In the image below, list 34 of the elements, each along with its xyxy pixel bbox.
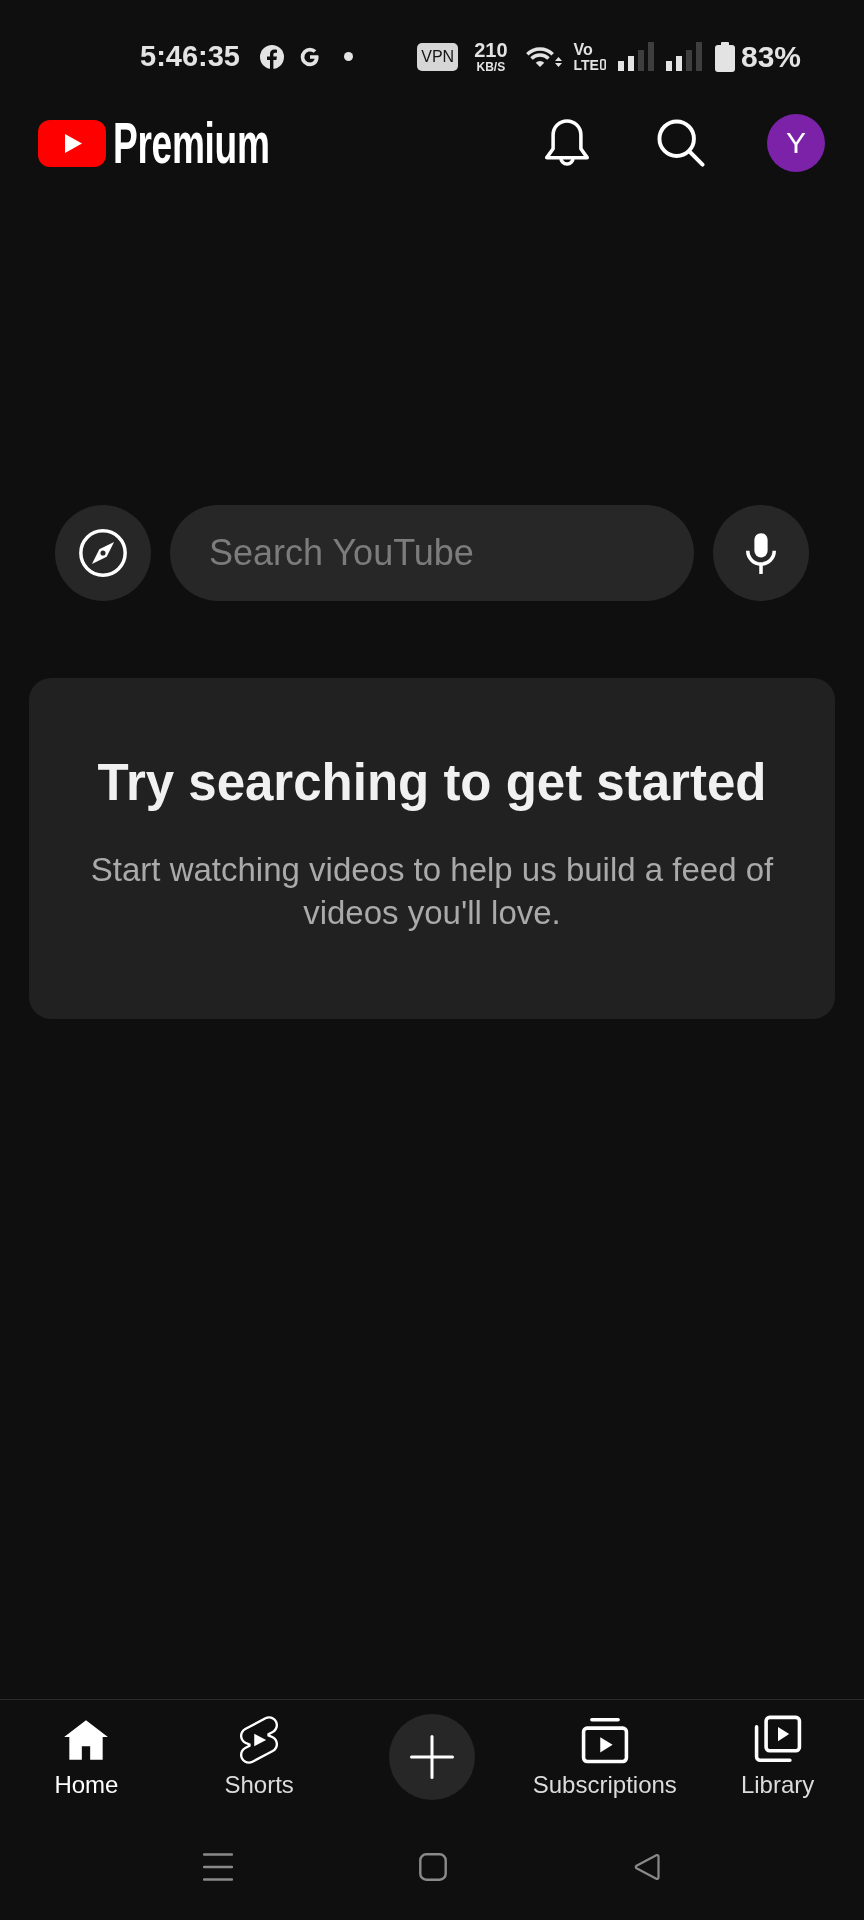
vpn-badge: VPN	[417, 42, 459, 71]
logo-icon[interactable]	[38, 119, 106, 167]
nav-tab[interactable]: Shorts	[172, 1715, 346, 1799]
empty-state-message: Start watching videos to help us build a feed of videos you'll love.	[89, 850, 775, 933]
network-speed-unit: KB/S	[476, 61, 506, 73]
nav-tab[interactable]: Subscriptions	[518, 1715, 692, 1799]
wifi-icon	[523, 44, 564, 69]
notification-dot-icon	[343, 52, 353, 61]
signal-strength-icon	[665, 42, 702, 71]
back-icon[interactable]	[633, 1853, 661, 1881]
notifications-bell-icon[interactable]	[545, 119, 589, 167]
brand-name: Premium	[113, 114, 270, 172]
square-icon[interactable]	[419, 1853, 447, 1881]
vo-label: Vo	[573, 41, 593, 58]
nav-tab[interactable]: Library	[691, 1715, 864, 1799]
network-speed-value: 210	[474, 40, 508, 60]
nav-tab[interactable]: Home	[0, 1715, 173, 1799]
menu-icon[interactable]	[203, 1853, 233, 1881]
search-icon[interactable]	[657, 119, 705, 167]
microphone-icon	[746, 530, 776, 576]
clock-time: 5:46:35	[140, 42, 240, 71]
facebook-icon	[259, 44, 284, 69]
battery-icon	[714, 41, 735, 72]
subscriptions-icon	[579, 1715, 630, 1765]
compass-icon	[79, 529, 127, 577]
signal-strength-icon	[617, 42, 654, 71]
plus-icon	[410, 1735, 454, 1779]
search-field[interactable]: Search YouTube	[170, 505, 694, 601]
library-icon	[752, 1715, 803, 1765]
lte-label: LTE	[573, 57, 599, 72]
call-indicator-icon	[599, 59, 606, 70]
account-avatar[interactable]: Y	[767, 114, 825, 172]
battery-percentage: 83%	[740, 41, 801, 72]
empty-state-title: Try searching to get started	[97, 753, 767, 813]
